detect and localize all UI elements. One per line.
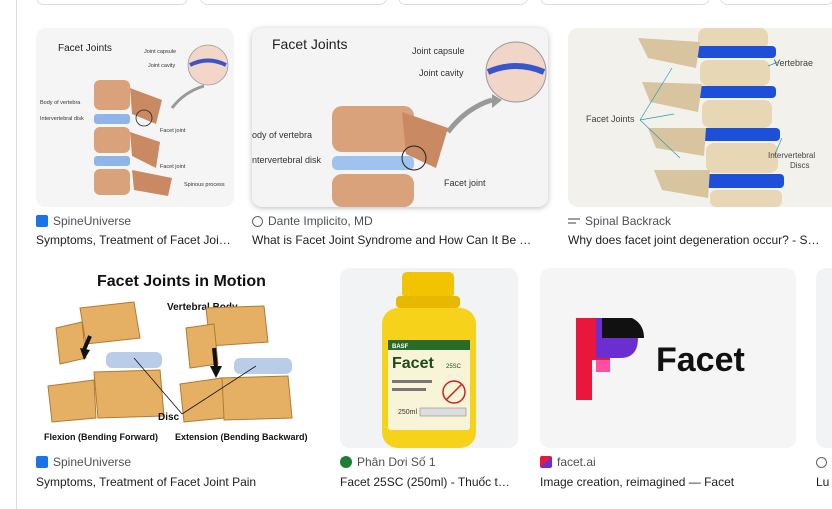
svg-text:Facet joint: Facet joint <box>160 164 186 170</box>
prev-row-item[interactable] <box>36 0 188 5</box>
result-thumbnail[interactable]: Facet <box>540 268 796 448</box>
svg-text:250ml: 250ml <box>398 409 418 416</box>
svg-text:Joint cavity: Joint cavity <box>148 63 175 69</box>
image-result-4[interactable]: Facet Joints in Motion Vertebral Body Di… <box>36 268 318 494</box>
globe-icon <box>816 456 827 468</box>
result-source[interactable]: Phân Dơi Số 1 <box>340 454 436 470</box>
spineuniverse-icon <box>36 456 48 468</box>
svg-text:Flexion (Bending Forward): Flexion (Bending Forward) <box>44 432 158 442</box>
result-title[interactable]: Lu <box>816 475 832 489</box>
svg-text:Intervertebral: Intervertebral <box>768 151 815 160</box>
result-source[interactable]: Dante Implicito, MD <box>252 213 373 229</box>
image-result-3[interactable]: Vertebrae Facet Joints Intervertebral Di… <box>568 28 832 250</box>
image-label: Facet Joints <box>58 43 112 54</box>
svg-text:Discs: Discs <box>790 161 810 170</box>
result-title[interactable]: Symptoms, Treatment of Facet Joint Pain <box>36 233 234 247</box>
bat-icon <box>340 456 352 468</box>
result-thumbnail[interactable]: Facet Joints Joint capsule Joint cavity … <box>36 28 234 207</box>
svg-text:Joint cavity: Joint cavity <box>419 68 464 78</box>
prev-row-item[interactable] <box>200 0 387 5</box>
result-title[interactable]: Image creation, reimagined — Facet <box>540 475 796 489</box>
svg-text:Intervertebral disk: Intervertebral disk <box>40 116 84 122</box>
result-source[interactable]: Spinal Backrack <box>568 213 671 229</box>
image-result-6[interactable]: Facet facet.ai Image creation, reimagine… <box>540 268 796 494</box>
result-source[interactable]: facet.ai <box>540 454 596 470</box>
svg-text:Spinous process: Spinous process <box>184 182 225 188</box>
source-name: Phân Dơi Số 1 <box>357 455 436 469</box>
svg-text:Facet joint: Facet joint <box>160 128 186 134</box>
spine-vertebrae-image: Vertebrae Facet Joints Intervertebral Di… <box>568 28 832 207</box>
svg-text:25SC: 25SC <box>446 364 462 370</box>
result-title[interactable]: What is Facet Joint Syndrome and How Can… <box>252 233 536 247</box>
image-result-5[interactable]: BASF Facet 25SC 250ml Phân Dơi Số 1 Face… <box>340 268 518 494</box>
image-result-2[interactable]: Facet Joints Joint capsule Joint cavity … <box>252 28 548 250</box>
svg-text:Joint capsule: Joint capsule <box>144 49 176 55</box>
result-thumbnail[interactable]: Facet Joints in Motion Vertebral Body Di… <box>36 268 318 448</box>
svg-text:Facet: Facet <box>392 355 434 372</box>
svg-text:Facet Joints: Facet Joints <box>586 114 635 124</box>
facet-joint-diagram-image: Facet Joints Joint capsule Joint cavity … <box>252 28 548 207</box>
svg-text:Vertebrae: Vertebrae <box>774 58 813 68</box>
svg-text:Extension (Bending Backward): Extension (Bending Backward) <box>175 432 308 442</box>
prev-row-item[interactable] <box>540 0 710 5</box>
image-label: Facet Joints <box>272 36 347 52</box>
svg-text:Body of vertebra: Body of vertebra <box>40 100 81 106</box>
image-result-7[interactable]: Lu <box>816 268 832 494</box>
prev-row-item[interactable] <box>720 0 832 5</box>
facet-ai-icon <box>540 456 552 468</box>
source-name: facet.ai <box>557 455 596 469</box>
source-name: SpineUniverse <box>53 455 132 469</box>
result-thumbnail[interactable]: BASF Facet 25SC 250ml <box>340 268 518 448</box>
svg-text:ntervertebral disk: ntervertebral disk <box>252 155 322 165</box>
facet-joints-motion-image: Facet Joints in Motion Vertebral Body Di… <box>36 268 318 448</box>
prev-row-item[interactable] <box>398 0 528 5</box>
image-result-1[interactable]: Facet Joints Joint capsule Joint cavity … <box>36 28 234 250</box>
facet-joint-diagram-image: Facet Joints Joint capsule Joint cavity … <box>36 28 234 207</box>
result-thumbnail[interactable]: Vertebrae Facet Joints Intervertebral Di… <box>568 28 832 207</box>
result-source[interactable] <box>816 454 832 470</box>
result-title[interactable]: Symptoms, Treatment of Facet Joint Pain <box>36 475 318 489</box>
source-name: Dante Implicito, MD <box>268 214 373 228</box>
source-name: Spinal Backrack <box>585 214 672 228</box>
facet-bottle-image: BASF Facet 25SC 250ml <box>340 268 518 448</box>
svg-text:BASF: BASF <box>392 344 409 350</box>
image-label: Facet Joints in Motion <box>97 273 266 290</box>
result-source[interactable]: SpineUniverse <box>36 213 131 229</box>
image-label: Facet <box>656 341 745 379</box>
spineuniverse-icon <box>36 215 48 227</box>
svg-text:Disc: Disc <box>158 412 180 423</box>
source-name: SpineUniverse <box>53 214 132 228</box>
result-source[interactable]: SpineUniverse <box>36 454 131 470</box>
svg-text:Joint capsule: Joint capsule <box>412 46 465 56</box>
facet-ai-logo-image: Facet <box>540 268 796 448</box>
svg-text:ody of vertebra: ody of vertebra <box>252 130 312 140</box>
result-thumbnail[interactable] <box>816 268 832 448</box>
result-title[interactable]: Facet 25SC (250ml) - Thuốc trừ cỏ lúa <box>340 475 512 489</box>
spinal-backrack-icon <box>568 215 580 227</box>
left-rail <box>0 0 17 509</box>
result-thumbnail[interactable]: Facet Joints Joint capsule Joint cavity … <box>252 28 548 207</box>
svg-text:Facet joint: Facet joint <box>444 178 486 188</box>
result-title[interactable]: Why does facet joint degeneration occur?… <box>568 233 824 247</box>
globe-icon <box>252 215 263 227</box>
